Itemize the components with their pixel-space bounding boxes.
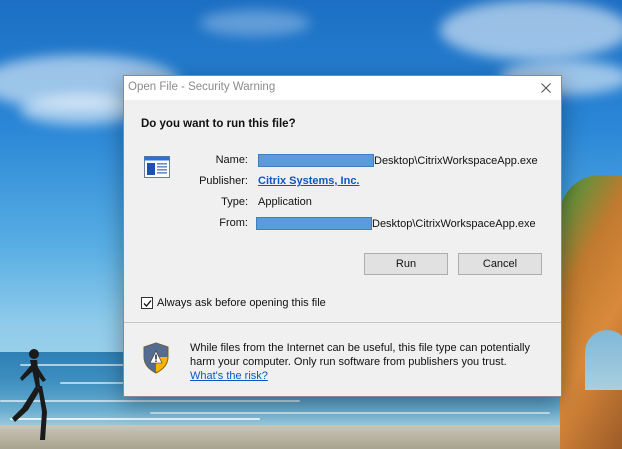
publisher-label: Publisher: — [199, 175, 248, 187]
checkmark-icon — [143, 299, 152, 307]
name-value-text: Desktop\CitrixWorkspaceApp.exe — [374, 155, 538, 167]
redacted-path — [256, 217, 372, 230]
sea-cliff — [560, 175, 622, 449]
from-label: From: — [219, 217, 248, 229]
warning-message: While files from the Internet can be use… — [190, 341, 550, 383]
from-value-text: Desktop\CitrixWorkspaceApp.exe — [372, 218, 536, 230]
cloud — [440, 0, 622, 60]
security-warning-dialog: Open File - Security Warning Do you want… — [123, 75, 562, 397]
name-value: Desktop\CitrixWorkspaceApp.exe — [258, 154, 538, 167]
cliff-arch — [585, 330, 622, 390]
close-button[interactable] — [531, 76, 561, 100]
type-label: Type: — [221, 196, 248, 208]
shield-icon — [143, 342, 169, 374]
name-label: Name: — [215, 154, 248, 166]
cloud — [20, 95, 140, 125]
warning-text: While files from the Internet can be use… — [190, 342, 530, 368]
redacted-path — [258, 154, 374, 167]
always-ask-label: Always ask before opening this file — [157, 297, 326, 309]
publisher-link[interactable]: Citrix Systems, Inc. — [258, 175, 360, 187]
whats-the-risk-link[interactable]: What's the risk? — [190, 370, 268, 382]
type-value: Application — [258, 196, 312, 208]
cloud — [200, 10, 310, 36]
runner-silhouette — [12, 349, 47, 440]
dialog-heading: Do you want to run this file? — [141, 118, 296, 130]
title-bar[interactable]: Open File - Security Warning — [124, 76, 561, 100]
always-ask-option[interactable]: Always ask before opening this file — [141, 297, 326, 309]
beach-sand — [0, 425, 622, 449]
divider — [124, 322, 561, 323]
publisher-value: Citrix Systems, Inc. — [258, 175, 360, 187]
window-title: Open File - Security Warning — [128, 81, 276, 93]
run-button[interactable]: Run — [364, 253, 448, 275]
cancel-button[interactable]: Cancel — [458, 253, 542, 275]
always-ask-checkbox[interactable] — [141, 297, 153, 309]
from-value: Desktop\CitrixWorkspaceApp.exe — [256, 217, 536, 230]
close-icon — [541, 83, 551, 93]
